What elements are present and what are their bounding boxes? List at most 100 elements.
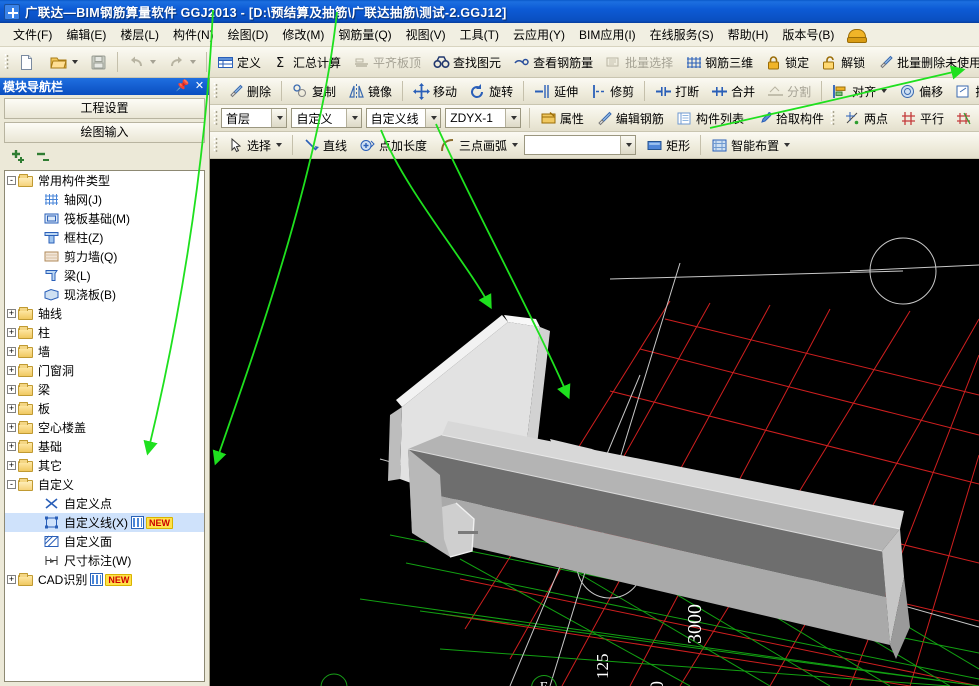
menu-item-help[interactable]: 帮助(H) [721, 23, 776, 46]
menu-item-modify[interactable]: 修改(M) [275, 23, 331, 46]
parallel-button[interactable]: 平行 [894, 106, 950, 130]
tree-expander[interactable]: + [7, 366, 16, 375]
drawing-input-button[interactable]: 绘图输入 [4, 122, 205, 143]
menu-item-rebar-qty[interactable]: 钢筋量(Q) [331, 23, 398, 46]
tree-expander[interactable]: + [7, 442, 16, 451]
stretch-button[interactable]: 拉伸 [949, 79, 979, 103]
menu-item-file[interactable]: 文件(F) [6, 23, 59, 46]
split-button[interactable]: 分割 [761, 79, 817, 103]
trim-button[interactable]: 修剪 [584, 79, 640, 103]
close-icon[interactable]: ✕ [192, 79, 207, 94]
tree-item-9[interactable]: +墙 [5, 342, 204, 361]
tree-item-16[interactable]: -自定义 [5, 475, 204, 494]
tree-expander[interactable]: + [7, 575, 16, 584]
floor-select[interactable]: 首层 [221, 108, 287, 128]
drawing-canvas[interactable]: E D 3000 125 1500 1000 3900 1000 125 [210, 159, 979, 686]
merge-button[interactable]: 合并 [705, 79, 761, 103]
blue-doc-icon[interactable] [131, 516, 144, 529]
toolbar-grip[interactable] [213, 109, 218, 127]
tree-item-3[interactable]: 框柱(Z) [5, 228, 204, 247]
unlock-button[interactable]: 解锁 [815, 50, 871, 74]
select-tool-caret-icon[interactable] [276, 143, 282, 147]
tree-expander[interactable]: + [7, 328, 16, 337]
tree-item-17[interactable]: 自定义点 [5, 494, 204, 513]
lock-button[interactable]: 锁定 [759, 50, 815, 74]
summary-calc-button[interactable]: Σ 汇总计算 [267, 50, 347, 74]
tree-item-8[interactable]: +柱 [5, 323, 204, 342]
rotate-button[interactable]: 旋转 [463, 79, 519, 103]
menu-item-floor[interactable]: 楼层(L) [113, 23, 166, 46]
mirror-button[interactable]: 镜像 [342, 79, 398, 103]
align-caret-icon[interactable] [881, 89, 887, 93]
tree-expander[interactable]: - [7, 176, 16, 185]
menu-item-draw[interactable]: 绘图(D) [221, 23, 276, 46]
batch-delete-unused-button[interactable]: 批量删除未使用构件 [871, 50, 979, 74]
extend-button[interactable]: 延伸 [528, 79, 584, 103]
redo-caret-icon[interactable] [190, 60, 196, 64]
toolbar-grip[interactable] [830, 109, 835, 127]
tree-item-7[interactable]: +轴线 [5, 304, 204, 323]
tree-expander[interactable]: + [7, 385, 16, 394]
project-settings-button[interactable]: 工程设置 [4, 98, 205, 119]
tree-item-15[interactable]: +其它 [5, 456, 204, 475]
tree-expander[interactable]: + [7, 347, 16, 356]
component-category-select[interactable]: 自定义 [291, 108, 361, 128]
align-button[interactable]: 对齐 [826, 79, 893, 103]
blue-doc-icon[interactable] [90, 573, 103, 586]
line-tool-button[interactable]: 直线 [297, 133, 353, 157]
tree-item-13[interactable]: +空心楼盖 [5, 418, 204, 437]
tree-expander[interactable]: + [7, 461, 16, 470]
tree-item-21[interactable]: +CAD识别NEW [5, 570, 204, 589]
component-name-select[interactable]: ZDYX-1 [445, 108, 521, 128]
select-tool-button[interactable]: 选择 [221, 133, 288, 157]
smart-layout-button[interactable]: 智能布置 [705, 133, 796, 157]
tree-expander[interactable]: + [7, 423, 16, 432]
tree-item-18[interactable]: 自定义线(X)NEW [5, 513, 204, 532]
chevron-down-icon[interactable] [505, 109, 520, 127]
tree-expander[interactable]: - [7, 480, 16, 489]
tree-item-19[interactable]: 自定义面 [5, 532, 204, 551]
batch-select-button[interactable]: 批量选择 [599, 50, 679, 74]
tree-item-0[interactable]: -常用构件类型 [5, 171, 204, 190]
tree-item-12[interactable]: +板 [5, 399, 204, 418]
component-tree[interactable]: -常用构件类型轴网(J)筏板基础(M)框柱(Z)剪力墙(Q)梁(L)现浇板(B)… [4, 170, 205, 682]
tree-item-2[interactable]: 筏板基础(M) [5, 209, 204, 228]
tree-expander[interactable]: + [7, 404, 16, 413]
menu-item-view[interactable]: 视图(V) [399, 23, 453, 46]
tree-item-10[interactable]: +门窗洞 [5, 361, 204, 380]
copy-button[interactable]: 复制 [286, 79, 342, 103]
component-list-button[interactable]: 构件列表 [670, 106, 750, 130]
find-element-button[interactable]: 查找图元 [427, 50, 507, 74]
tree-item-4[interactable]: 剪力墙(Q) [5, 247, 204, 266]
chevron-down-icon[interactable] [425, 109, 440, 127]
open-file-button[interactable] [44, 50, 84, 74]
save-button[interactable] [84, 50, 113, 74]
draw-mode-select[interactable] [524, 135, 636, 155]
pin-icon[interactable]: 📌 [175, 79, 190, 94]
two-point-button[interactable]: 两点 [838, 106, 894, 130]
pick-component-button[interactable]: 拾取构件 [750, 106, 830, 130]
tree-item-14[interactable]: +基础 [5, 437, 204, 456]
menu-item-version[interactable]: 版本号(B) [775, 23, 841, 46]
tree-item-5[interactable]: 梁(L) [5, 266, 204, 285]
new-file-button[interactable] [12, 50, 44, 74]
chevron-down-icon[interactable] [271, 109, 286, 127]
toolbar-grip[interactable] [213, 136, 218, 154]
tree-item-11[interactable]: +梁 [5, 380, 204, 399]
properties-button[interactable]: 属性 [534, 106, 590, 130]
more-tools-button[interactable] [950, 106, 979, 130]
menu-item-online-service[interactable]: 在线服务(S) [643, 23, 721, 46]
toolbar-grip[interactable] [213, 82, 218, 100]
expand-all-icon[interactable] [10, 150, 27, 167]
rebar-3d-button[interactable]: 钢筋三维 [679, 50, 759, 74]
chevron-down-icon[interactable] [620, 136, 635, 154]
menu-item-tools[interactable]: 工具(T) [453, 23, 506, 46]
menu-item-edit[interactable]: 编辑(E) [59, 23, 113, 46]
helmet-icon[interactable] [847, 27, 865, 43]
tree-item-1[interactable]: 轴网(J) [5, 190, 204, 209]
edit-rebar-button[interactable]: 编辑钢筋 [590, 106, 670, 130]
three-point-arc-button[interactable]: 三点画弧 [433, 133, 524, 157]
flatten-slab-top-button[interactable]: 平齐板顶 [347, 50, 427, 74]
delete-button[interactable]: 删除 [221, 79, 277, 103]
move-button[interactable]: 移动 [407, 79, 463, 103]
